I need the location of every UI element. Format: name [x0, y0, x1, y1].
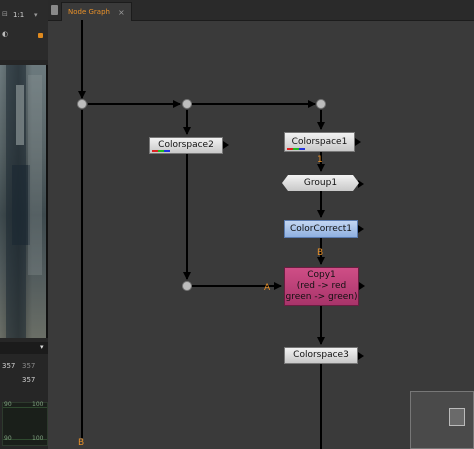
viewer-indicator — [38, 33, 43, 38]
graph-tick-bl: 90 — [4, 435, 12, 442]
viewer-toolbar-glyph[interactable]: ⊟ — [2, 10, 8, 18]
node-copy1-line2: (red -> red — [296, 281, 347, 291]
node-colorspace2[interactable]: Colorspace2 — [149, 137, 223, 154]
copy1-mask-arrow — [359, 282, 365, 290]
readout-right-a: 357 — [22, 362, 36, 370]
node-copy1-line3: green -> green) — [285, 292, 358, 302]
node-group1-label: Group1 — [303, 178, 338, 188]
channel-blue-indicator — [164, 150, 170, 152]
viewer-toolbar: ⊟ 1:1 ▾ ◐ — [0, 0, 48, 60]
dot-node-2[interactable] — [182, 99, 192, 109]
node-colorcorrect1[interactable]: ColorCorrect1 — [284, 220, 358, 238]
node-group1[interactable]: Group1 — [282, 175, 359, 191]
zoom-ratio[interactable]: 1:1 — [13, 11, 24, 19]
colorspace3-mask-arrow — [358, 352, 364, 360]
graph-tick-tr: 100 — [32, 401, 44, 408]
graph-tick-br: 100 — [32, 435, 44, 442]
dropdown-arrow-icon[interactable]: ▾ — [34, 11, 38, 19]
node-colorspace3[interactable]: Colorspace3 — [284, 347, 358, 364]
pin-label-one: 1 — [317, 155, 323, 165]
histogram-graph: 90 100 90 100 — [2, 401, 48, 446]
viewer-panel: ⊟ 1:1 ▾ ◐ ▾ 357 357 357 90 100 90 100 — [0, 0, 48, 449]
viewer-controls: ▾ — [0, 342, 48, 354]
colorspace2-mask-arrow — [223, 141, 229, 149]
navigation-map[interactable] — [410, 391, 474, 449]
pin-label-a: A — [264, 283, 271, 293]
node-colorspace1[interactable]: Colorspace1 — [284, 132, 355, 152]
channel-blue-indicator — [299, 148, 305, 150]
node-copy1[interactable]: Copy1 (red -> red green -> green) — [284, 267, 359, 306]
colorcorrect1-mask-arrow — [358, 225, 364, 233]
node-colorspace1-label: Colorspace1 — [291, 136, 348, 147]
readout-left-a: 357 — [2, 362, 16, 370]
dot-node-1[interactable] — [77, 99, 87, 109]
node-colorspace3-label: Colorspace3 — [293, 350, 349, 360]
node-graph-panel[interactable]: Node Graph × Colorspace2 Colorspace1 1 G… — [48, 0, 474, 449]
readout-right-b: 357 — [22, 376, 36, 384]
pin-label-b-bottom: B — [78, 438, 85, 448]
dot-node-3[interactable] — [316, 99, 326, 109]
node-connections — [78, 20, 365, 449]
viewer-image — [0, 65, 48, 338]
group1-mask-arrow — [358, 180, 364, 188]
navigation-viewport-frame[interactable] — [449, 408, 465, 426]
menu-arrow-icon[interactable]: ▾ — [40, 343, 44, 351]
readout-area: 357 357 357 — [0, 356, 48, 388]
viewer-mode-glyph[interactable]: ◐ — [2, 30, 8, 38]
colorspace1-mask-arrow — [355, 138, 361, 146]
node-copy1-title: Copy1 — [307, 270, 336, 280]
graph-tick-tl: 90 — [4, 401, 12, 408]
node-colorcorrect1-label: ColorCorrect1 — [289, 223, 353, 234]
dot-node-4[interactable] — [182, 281, 192, 291]
pin-label-b-copy: B — [317, 248, 324, 258]
